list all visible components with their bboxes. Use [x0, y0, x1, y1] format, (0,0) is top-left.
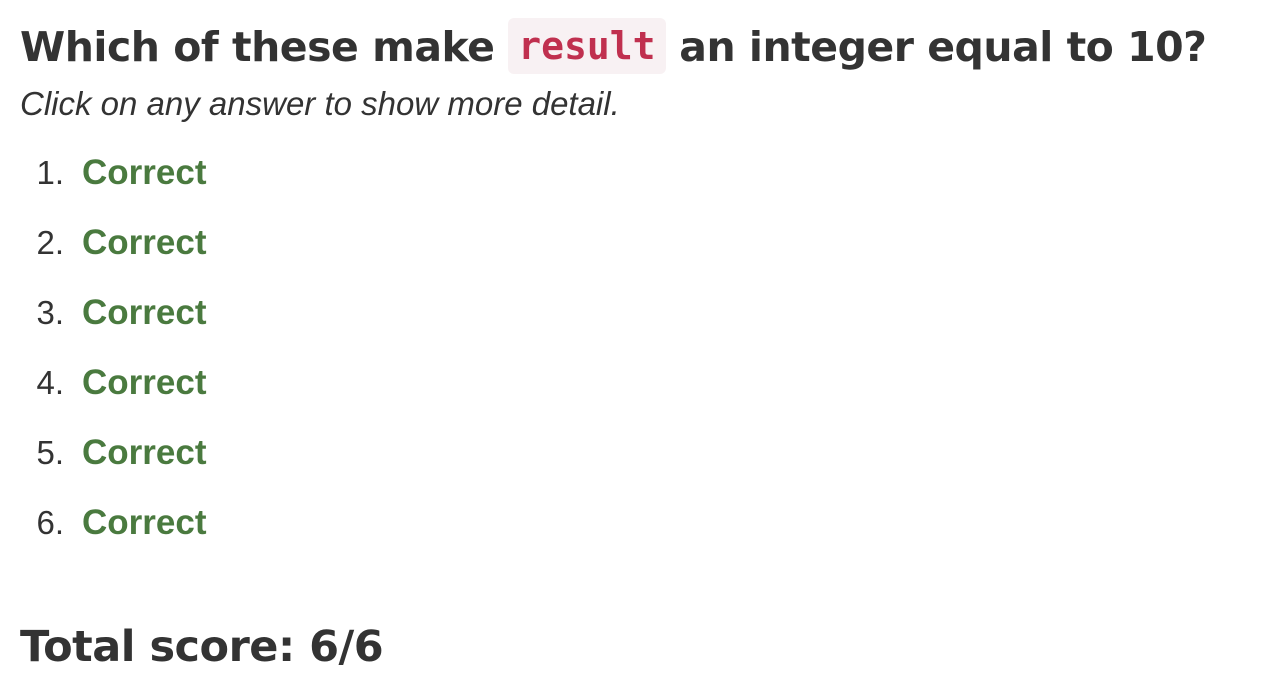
answer-item[interactable]: 2. Correct: [20, 208, 1260, 278]
answer-item[interactable]: 3. Correct: [20, 278, 1260, 348]
answer-number: 2.: [36, 224, 64, 261]
answer-item[interactable]: 1. Correct: [20, 138, 1260, 208]
quiz-panel: Which of these make result an integer eq…: [20, 16, 1260, 558]
answer-number: 1.: [36, 154, 64, 191]
answer-status-correct[interactable]: Correct: [82, 503, 206, 543]
answer-status-correct[interactable]: Correct: [82, 153, 206, 193]
instructions-text: Click on any answer to show more detail.: [20, 85, 620, 122]
answer-status-correct[interactable]: Correct: [82, 433, 206, 473]
answer-status-correct[interactable]: Correct: [82, 363, 206, 403]
answer-list: 1. Correct 2. Correct 3. Correct 4. Corr…: [20, 138, 1260, 558]
answer-number: 5.: [36, 434, 64, 471]
question-prefix: Which of these make: [20, 23, 495, 71]
answer-status-correct[interactable]: Correct: [82, 223, 206, 263]
answer-number: 3.: [36, 294, 64, 331]
answer-item[interactable]: 5. Correct: [20, 418, 1260, 488]
question-suffix: an integer equal to 10?: [679, 23, 1207, 71]
answer-number: 6.: [36, 504, 64, 541]
answer-item[interactable]: 4. Correct: [20, 348, 1260, 418]
answer-status-correct[interactable]: Correct: [82, 293, 206, 333]
code-variable: result: [508, 18, 666, 74]
total-score: Total score: 6/6: [20, 622, 384, 672]
question-title: Which of these make result an integer eq…: [20, 16, 1260, 78]
answer-number: 4.: [36, 364, 64, 401]
answer-item[interactable]: 6. Correct: [20, 488, 1260, 558]
